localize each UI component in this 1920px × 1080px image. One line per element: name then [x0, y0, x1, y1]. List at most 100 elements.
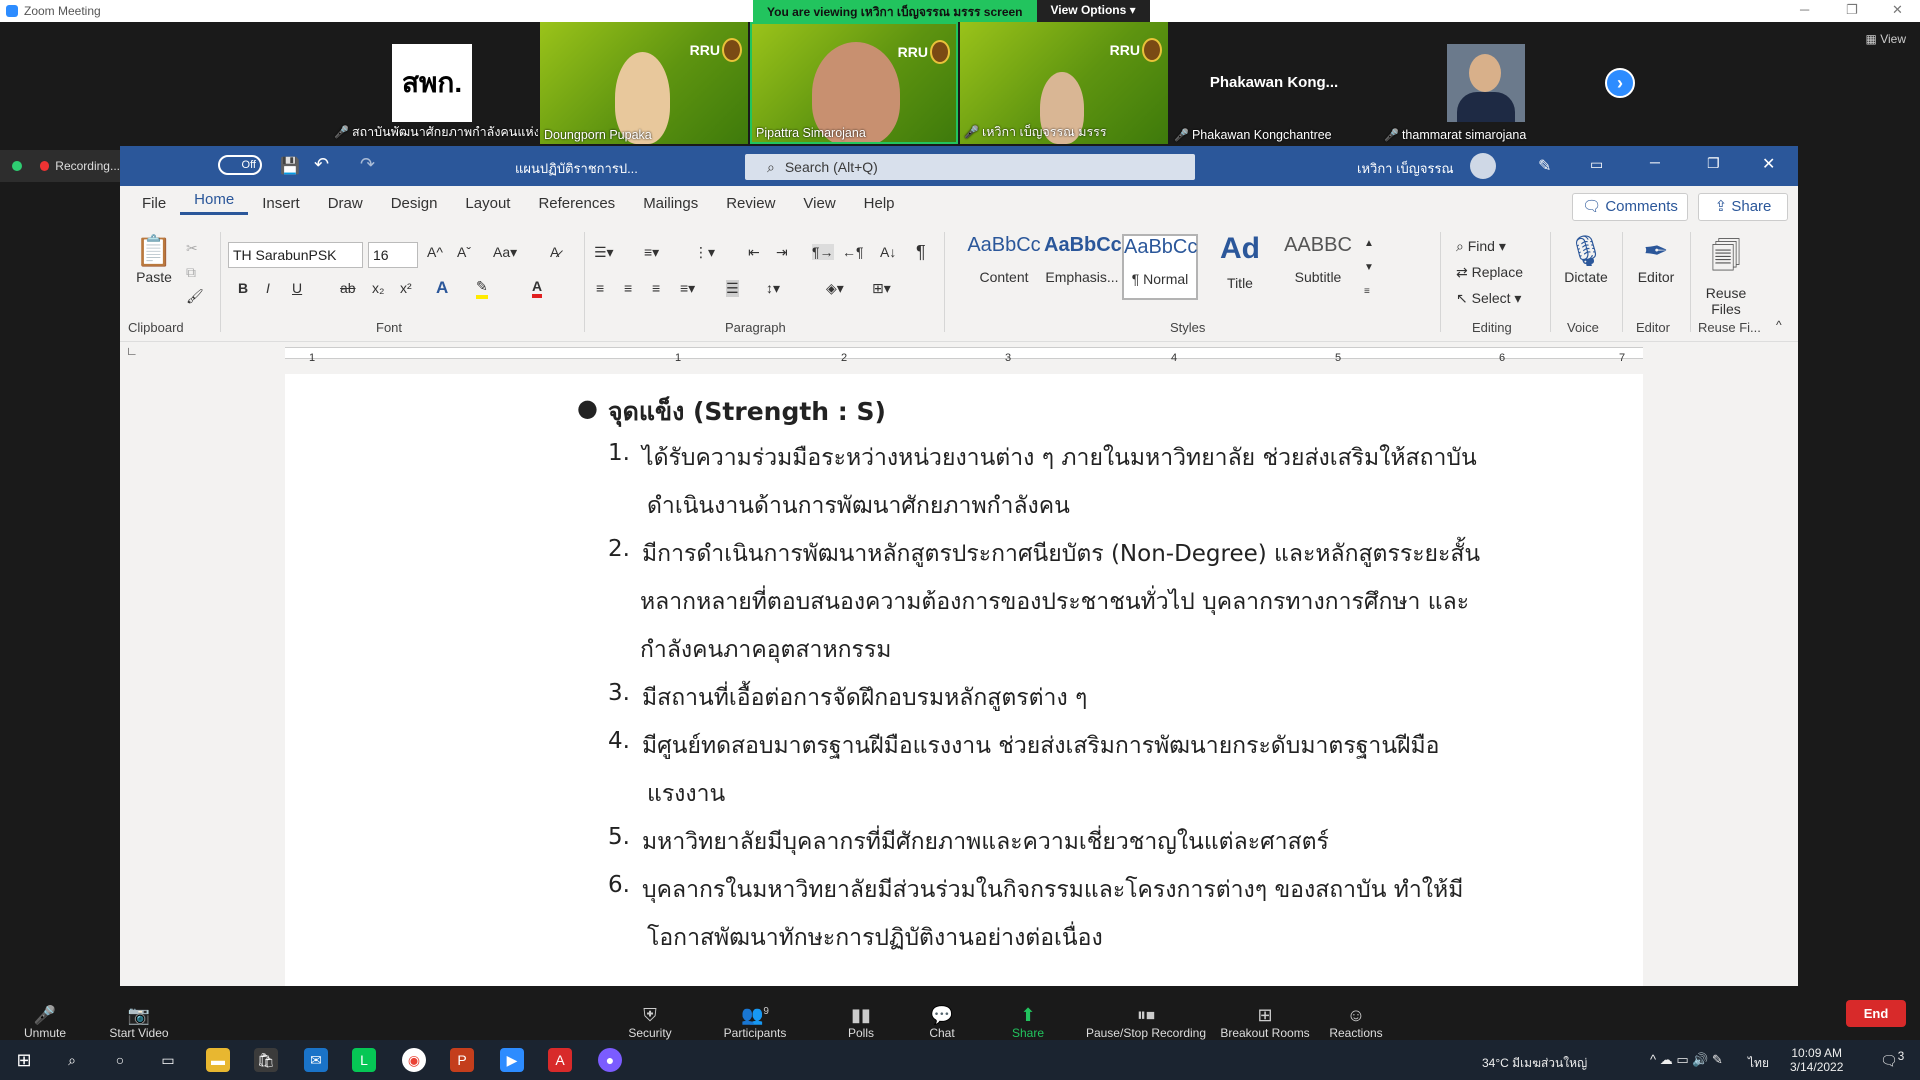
change-case-icon[interactable]: Aa▾ — [493, 244, 517, 261]
dictate-button[interactable]: 🎙 Dictate — [1556, 234, 1616, 285]
subscript-icon[interactable]: x₂ — [372, 280, 384, 296]
styles-scroll-up-icon[interactable]: ▲ — [1364, 238, 1374, 249]
avatar[interactable] — [1470, 153, 1496, 179]
unmute-button[interactable]: 🎤 Unmute — [18, 1005, 72, 1040]
save-icon[interactable]: 💾 — [280, 156, 300, 176]
increase-indent-icon[interactable]: ⇥ — [776, 244, 788, 261]
tab-view[interactable]: View — [789, 195, 849, 212]
tab-stop-icon[interactable]: ∟ — [126, 344, 138, 358]
strikethrough-icon[interactable]: ab — [340, 280, 356, 296]
document-title[interactable]: แผนปฏิบัติราชการป... — [515, 158, 638, 179]
participant-tile[interactable]: Phakawan Kong... 🎤 Phakawan Kongchantree — [1170, 22, 1378, 144]
minimize-icon[interactable]: ─ — [1650, 154, 1660, 170]
tab-draw[interactable]: Draw — [314, 195, 377, 212]
ribbon-display-icon[interactable]: ▭ — [1590, 156, 1603, 173]
participant-tile[interactable]: สพก. 🎤 สถาบันพัฒนาศักยภาพกำลังคนแห่ง... — [330, 22, 538, 144]
share-button[interactable]: ⇪ Share — [1698, 193, 1788, 221]
tab-file[interactable]: File — [128, 195, 180, 212]
style-emphasis[interactable]: AaBbCc Emphasis... — [1044, 234, 1122, 300]
mail-icon[interactable]: ✉ — [304, 1048, 328, 1072]
format-painter-icon[interactable]: 🖌 — [186, 288, 204, 305]
undo-icon[interactable]: ↶ — [314, 154, 329, 175]
task-view-icon[interactable]: ▭ — [156, 1048, 180, 1072]
language-indicator[interactable]: ไทย — [1748, 1054, 1769, 1073]
restore-icon[interactable]: ❐ — [1707, 155, 1720, 172]
align-center-icon[interactable]: ≡ — [624, 280, 632, 296]
tab-review[interactable]: Review — [712, 195, 789, 212]
app-icon[interactable]: ● — [598, 1048, 622, 1072]
replace-button[interactable]: ⇄ Replace — [1456, 264, 1523, 281]
start-video-button[interactable]: 📷 Start Video — [104, 1005, 174, 1040]
style-normal[interactable]: AaBbCc ¶ Normal — [1122, 234, 1198, 300]
chrome-icon[interactable]: ◉ — [402, 1048, 426, 1072]
bold-icon[interactable]: B — [238, 280, 248, 296]
tab-help[interactable]: Help — [850, 195, 909, 212]
sort-icon[interactable]: A↓ — [880, 244, 896, 260]
end-meeting-button[interactable]: End — [1846, 1000, 1906, 1027]
autosave-toggle[interactable]: Off — [218, 155, 262, 175]
windows-start-icon[interactable]: ⊞ — [12, 1048, 36, 1072]
system-tray-icons[interactable]: ^ ☁ ▭ 🔊 ✎ — [1650, 1052, 1723, 1068]
align-right-icon[interactable]: ≡ — [652, 280, 660, 296]
bullets-icon[interactable]: ☰▾ — [594, 244, 614, 261]
redo-icon[interactable]: ↷ — [360, 154, 375, 175]
find-button[interactable]: ⌕ Find ▾ — [1456, 238, 1506, 255]
editor-button[interactable]: ✒ Editor — [1628, 234, 1684, 285]
pause-recording-button[interactable]: ⏸⏹ Pause/Stop Recording — [1085, 1005, 1207, 1040]
tab-mailings[interactable]: Mailings — [629, 195, 712, 212]
styles-scroll-down-icon[interactable]: ▼ — [1364, 262, 1374, 273]
pen-icon[interactable]: ✎ — [1538, 156, 1551, 176]
superscript-icon[interactable]: x² — [400, 280, 412, 296]
styles-more-icon[interactable]: ≡ — [1364, 286, 1370, 297]
shading-icon[interactable]: ◈▾ — [826, 280, 844, 297]
minimize-icon[interactable]: ─ — [1800, 2, 1809, 17]
participant-tile[interactable]: RRU Doungporn Pupaka — [540, 22, 748, 144]
borders-icon[interactable]: ⊞▾ — [872, 280, 891, 297]
acrobat-icon[interactable]: A — [548, 1048, 572, 1072]
collapse-ribbon-icon[interactable]: ^ — [1776, 318, 1782, 332]
font-name-select[interactable]: TH SarabunPSK — [228, 242, 363, 268]
chat-button[interactable]: 💬 Chat — [924, 1005, 960, 1040]
paste-button[interactable]: 📋 Paste — [134, 234, 174, 285]
document-page[interactable]: ● จุดแข็ง (Strength : S) 1. ได้รับความร่… — [285, 374, 1643, 986]
next-page-icon[interactable]: › — [1605, 68, 1635, 98]
decrease-indent-icon[interactable]: ⇤ — [748, 244, 760, 261]
tab-insert[interactable]: Insert — [248, 195, 314, 212]
clock[interactable]: 10:09 AM 3/14/2022 — [1790, 1046, 1843, 1074]
view-button[interactable]: ▦ View — [1866, 32, 1906, 46]
style-title[interactable]: Ad Title — [1202, 234, 1278, 300]
file-explorer-icon[interactable]: ▬ — [206, 1048, 230, 1072]
text-effects-icon[interactable]: A — [436, 278, 448, 298]
clear-format-icon[interactable]: A̷ — [550, 244, 559, 260]
reuse-files-button[interactable]: 🗐 Reuse Files — [1696, 234, 1756, 317]
highlight-icon[interactable]: ✎ — [476, 278, 488, 299]
rtl-icon[interactable]: ←¶ — [842, 244, 864, 260]
show-marks-icon[interactable]: ¶ — [916, 242, 926, 263]
view-options-button[interactable]: View Options ▾ — [1036, 0, 1150, 22]
style-content[interactable]: AaBbCc Content — [966, 234, 1042, 300]
participant-tile[interactable]: 🎤 thammarat simarojana — [1380, 22, 1588, 144]
underline-icon[interactable]: U — [292, 280, 302, 296]
style-subtitle[interactable]: AABBC Subtitle — [1280, 234, 1356, 300]
line-app-icon[interactable]: L — [352, 1048, 376, 1072]
ltr-icon[interactable]: ¶→ — [812, 244, 834, 260]
comments-button[interactable]: 🗨 Comments — [1572, 193, 1688, 221]
close-icon[interactable]: ✕ — [1892, 2, 1903, 18]
search-input[interactable]: ⌕ Search (Alt+Q) — [745, 154, 1195, 180]
tab-references[interactable]: References — [524, 195, 629, 212]
close-icon[interactable]: ✕ — [1762, 154, 1775, 174]
restore-icon[interactable]: ❐ — [1846, 2, 1858, 18]
breakout-rooms-button[interactable]: ⊞ Breakout Rooms — [1220, 1005, 1310, 1040]
participants-button[interactable]: 👥9 Participants — [720, 1005, 790, 1040]
numbering-icon[interactable]: ≡▾ — [644, 244, 659, 261]
shrink-font-icon[interactable]: Aˇ — [457, 244, 471, 260]
reactions-button[interactable]: ☺ Reactions — [1328, 1005, 1384, 1040]
tab-design[interactable]: Design — [377, 195, 452, 212]
font-size-select[interactable]: 16 — [368, 242, 418, 268]
align-left-icon[interactable]: ≡ — [596, 280, 604, 296]
tab-layout[interactable]: Layout — [451, 195, 524, 212]
notification-icon[interactable]: 🗨3 — [1880, 1050, 1904, 1070]
copy-icon[interactable]: ⧉ — [186, 264, 196, 281]
cut-icon[interactable]: ✂ — [186, 240, 198, 257]
cortana-icon[interactable]: ○ — [108, 1048, 132, 1072]
